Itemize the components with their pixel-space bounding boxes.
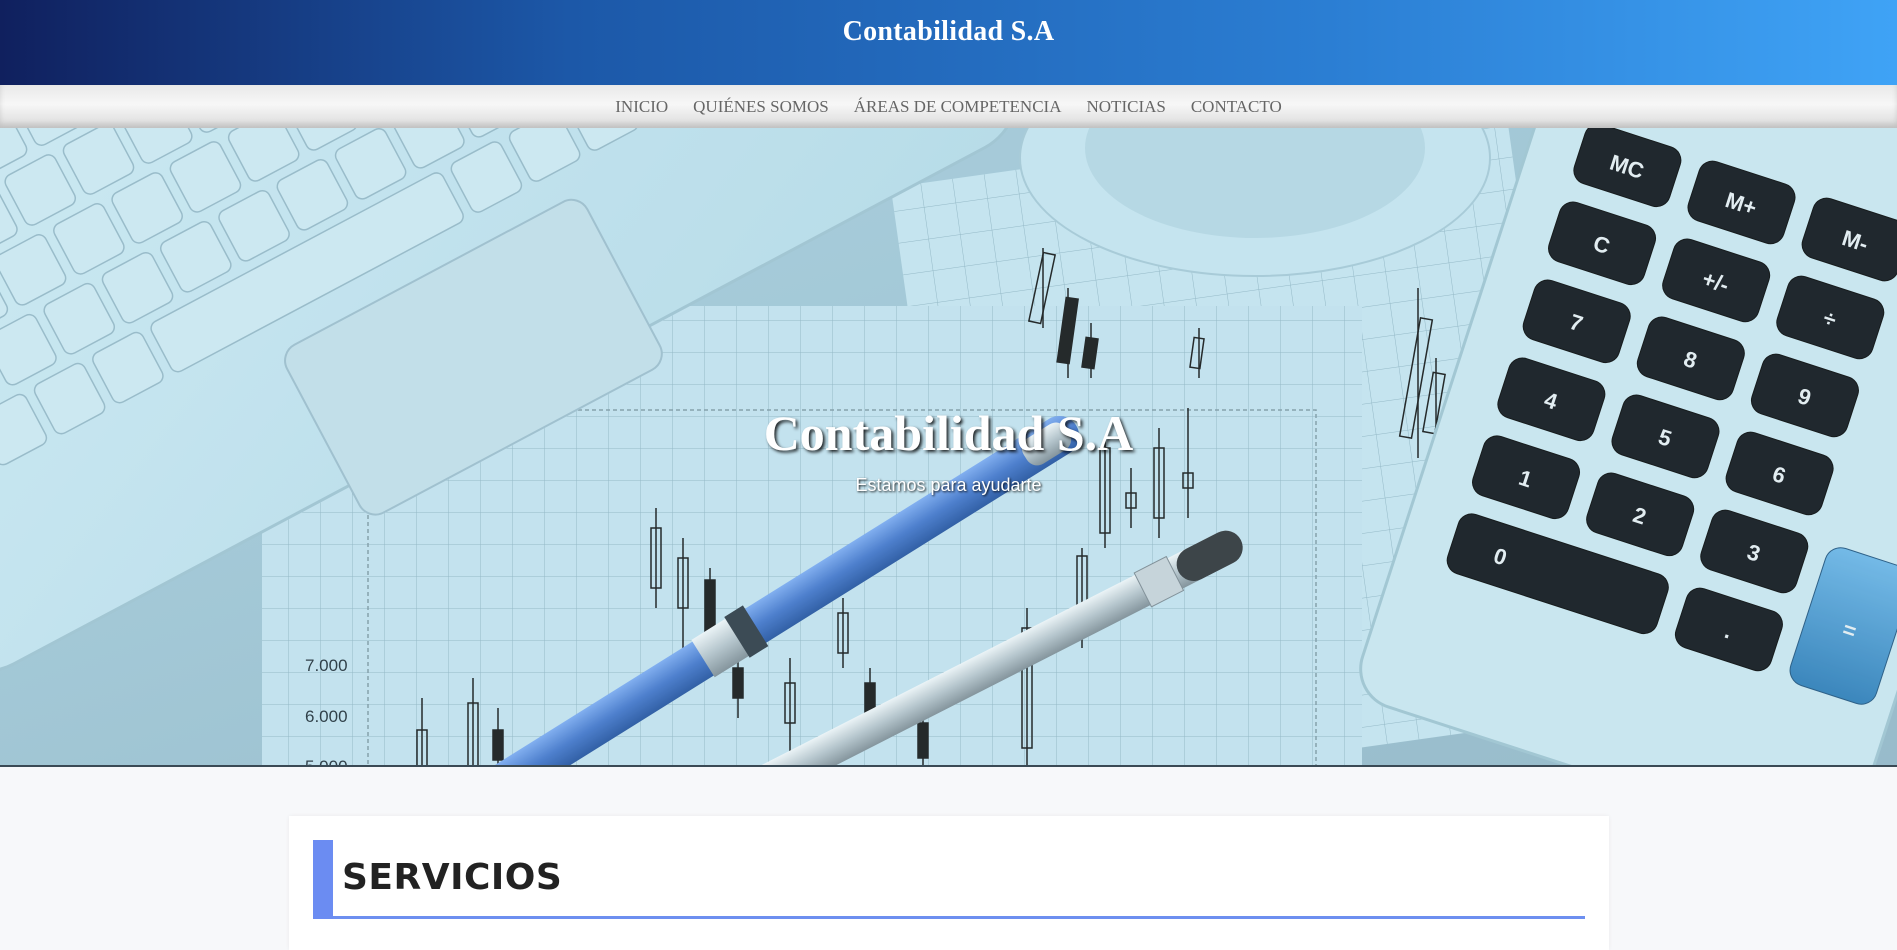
hero-title: Contabilidad S.A: [763, 405, 1134, 461]
section-title: SERVICIOS: [342, 857, 563, 898]
nav-quienes-somos[interactable]: QUIÉNES SOMOS: [693, 97, 829, 117]
nav-areas-de-competencia[interactable]: ÁREAS DE COMPETENCIA: [854, 97, 1062, 117]
hero-banner: 7.000 6.000 5.000 MC M+ M- C +/- ÷ 7 8 9…: [0, 128, 1897, 767]
nav-inicio[interactable]: INICIO: [615, 97, 668, 117]
section-header: SERVICIOS: [313, 840, 1585, 919]
site-header: Contabilidad S.A: [0, 0, 1897, 85]
nav-noticias[interactable]: NOTICIAS: [1087, 97, 1166, 117]
site-title: Contabilidad S.A: [842, 16, 1055, 47]
hero-subtitle: Estamos para ayudarte: [855, 475, 1042, 495]
main-nav: INICIO QUIÉNES SOMOS ÁREAS DE COMPETENCI…: [0, 85, 1897, 128]
section-accent-bar: [313, 840, 333, 919]
services-card: SERVICIOS: [289, 816, 1609, 950]
nav-contacto[interactable]: CONTACTO: [1191, 97, 1282, 117]
